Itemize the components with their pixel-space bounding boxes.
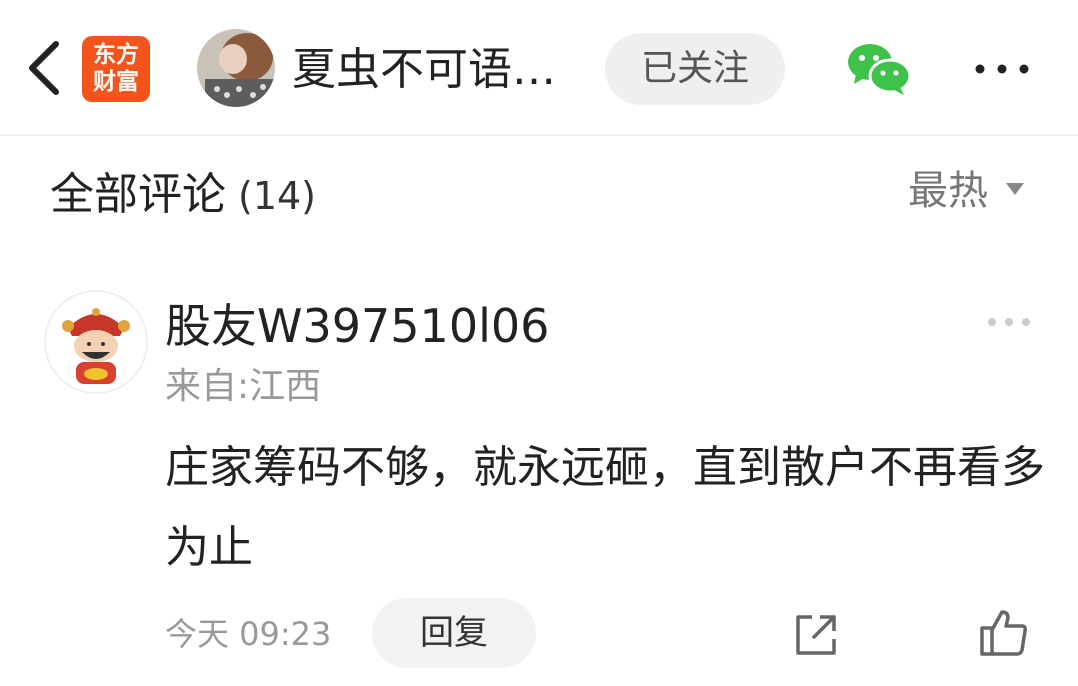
comment-timestamp: 今天 09:23 <box>165 615 332 653</box>
more-icon <box>975 64 1029 74</box>
wechat-share-button[interactable] <box>846 40 912 96</box>
more-icon <box>988 318 1030 326</box>
commenter-avatar[interactable] <box>44 290 148 394</box>
more-options-button[interactable] <box>970 52 1034 86</box>
author-avatar[interactable] <box>197 29 275 107</box>
comments-title: 全部评论 (14) <box>50 165 316 226</box>
comment-text: 庄家筹码不够，就永远砸，直到散户不再看多为止 <box>165 442 1045 573</box>
like-button[interactable] <box>978 606 1030 658</box>
comment-more-button[interactable] <box>984 312 1034 332</box>
comments-title-label: 全部评论 <box>50 169 226 220</box>
logo-line1: 东方 <box>93 42 139 68</box>
author-name[interactable]: 夏虫不可语… <box>292 40 556 100</box>
commenter-username[interactable]: 股友W397510l06 <box>165 296 549 356</box>
wechat-icon <box>848 44 912 95</box>
back-icon <box>29 41 59 95</box>
sort-label: 最热 <box>908 168 988 214</box>
share-button[interactable] <box>792 611 840 659</box>
top-bar: 东方 财富 夏虫不可语… 已关注 <box>0 0 1078 136</box>
commenter-location: 来自:江西 <box>165 366 322 407</box>
caret-down-icon <box>1006 183 1024 195</box>
reply-button[interactable]: 回复 <box>372 598 536 668</box>
thumbs-up-icon <box>980 610 1027 656</box>
follow-button[interactable]: 已关注 <box>605 33 785 105</box>
sort-dropdown[interactable]: 最热 <box>908 163 1024 219</box>
comments-count: (14) <box>238 174 317 218</box>
back-button[interactable] <box>20 36 70 100</box>
logo-line2: 财富 <box>93 69 139 95</box>
share-icon <box>796 615 836 655</box>
app-logo: 东方 财富 <box>82 36 150 102</box>
